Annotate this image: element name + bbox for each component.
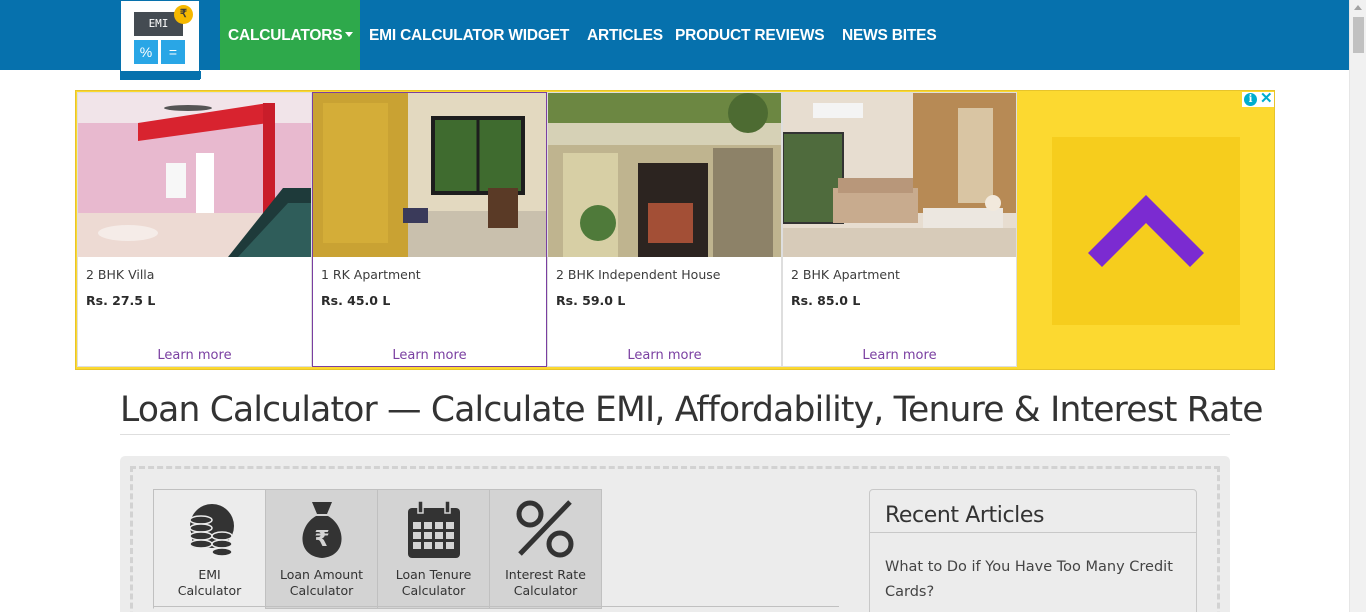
ad-learn-more-link[interactable]: Learn more — [548, 348, 781, 363]
ad-card-price: Rs. 59.0 L — [556, 293, 626, 308]
ad-learn-more-link[interactable]: Learn more — [78, 348, 311, 363]
nav-product-reviews[interactable]: PRODUCT REVIEWS — [675, 0, 825, 70]
ad-card-title: 1 RK Apartment — [321, 267, 421, 282]
rupee-coin-icon: ₹ — [174, 5, 193, 24]
coins-icon — [189, 504, 234, 557]
bhk-apartment-photo — [783, 93, 1016, 257]
ad-card-bhk-apartment[interactable]: 2 BHK Apartment Rs. 85.0 L Learn more — [782, 92, 1017, 367]
top-navbar: EMI ₹ % = CALCULATORS EMI CALCULATOR WID… — [0, 0, 1349, 80]
ad-card-title: 2 BHK Villa — [86, 267, 155, 282]
property-ad-banner[interactable]: 2 BHK Villa Rs. 27.5 L Learn more 1 RK A… — [75, 90, 1275, 370]
ad-card-price: Rs. 45.0 L — [321, 293, 391, 308]
money-bag-icon: ₹ — [302, 502, 342, 558]
ad-card-title: 2 BHK Apartment — [791, 267, 900, 282]
caret-down-icon — [345, 31, 354, 37]
site-logo[interactable]: EMI ₹ % = — [120, 0, 201, 80]
tab-label: Loan Amount Calculator — [279, 567, 364, 598]
ad-card-independent-house[interactable]: 2 BHK Independent House Rs. 59.0 L Learn… — [547, 92, 782, 367]
logo-baseline — [121, 71, 201, 79]
ad-card-rk-apartment[interactable]: 1 RK Apartment Rs. 45.0 L Learn more — [312, 92, 547, 367]
nav-news-bites[interactable]: NEWS BITES — [842, 0, 937, 70]
tab-emi-calculator[interactable]: EMI Calculator — [153, 489, 266, 609]
independent-house-photo — [548, 93, 781, 257]
svg-text:₹: ₹ — [314, 527, 329, 552]
tab-loan-amount-calculator[interactable]: ₹ Loan Amount Calculator — [265, 489, 378, 609]
rk-apartment-photo — [313, 93, 546, 257]
ad-info-icon[interactable]: i — [1244, 93, 1257, 106]
ad-card-villa[interactable]: 2 BHK Villa Rs. 27.5 L Learn more — [77, 92, 312, 367]
advertiser-logo[interactable] — [1052, 137, 1240, 325]
ad-choices[interactable]: i ✕ — [1242, 90, 1274, 107]
recent-articles-header: Recent Articles — [870, 490, 1196, 533]
tab-interest-rate-calculator[interactable]: Interest Rate Calculator — [489, 489, 602, 609]
tab-label: Interest Rate Calculator — [505, 567, 586, 598]
ad-learn-more-link[interactable]: Learn more — [783, 348, 1016, 363]
page-title: Loan Calculator — Calculate EMI, Afforda… — [120, 390, 1264, 430]
recent-articles-title: Recent Articles — [885, 503, 1045, 528]
nav-articles[interactable]: ARTICLES — [587, 0, 663, 70]
equals-key-icon: = — [161, 40, 185, 64]
ad-card-title: 2 BHK Independent House — [556, 267, 721, 282]
villa-photo — [78, 93, 311, 257]
calculator-panel: EMICalculator ₹ Loan AmountCalculator — [120, 456, 1230, 612]
ad-learn-more-link[interactable]: Learn more — [313, 348, 546, 363]
scroll-thumb[interactable] — [1353, 17, 1364, 53]
tabs-baseline — [153, 606, 839, 607]
recent-articles-panel: Recent Articles What to Do if You Have T… — [869, 489, 1197, 612]
nav-calculators-label: CALCULATORS — [228, 27, 343, 44]
tab-label: EMI Calculator — [177, 567, 242, 598]
scroll-up-arrow-icon[interactable] — [1354, 5, 1362, 10]
tab-label: Loan Tenure Calculator — [395, 567, 472, 598]
percent-icon — [516, 500, 574, 558]
page-scrollbar[interactable] — [1349, 0, 1366, 612]
nav-emi-calculator-widget[interactable]: EMI CALCULATOR WIDGET — [369, 0, 569, 70]
article-link[interactable]: What to Do if You Have Too Many Credit C… — [885, 555, 1185, 605]
ad-close-icon[interactable]: ✕ — [1260, 90, 1273, 107]
nav-calculators-dropdown[interactable]: CALCULATORS — [220, 0, 360, 70]
tab-loan-tenure-calculator[interactable]: Loan Tenure Calculator — [377, 489, 490, 609]
ad-card-price: Rs. 27.5 L — [86, 293, 156, 308]
calculator-tabs: EMICalculator ₹ Loan AmountCalculator — [153, 489, 839, 612]
calendar-icon — [408, 500, 460, 558]
percent-key-icon: % — [134, 40, 158, 64]
ad-card-price: Rs. 85.0 L — [791, 293, 861, 308]
title-divider — [120, 434, 1230, 435]
